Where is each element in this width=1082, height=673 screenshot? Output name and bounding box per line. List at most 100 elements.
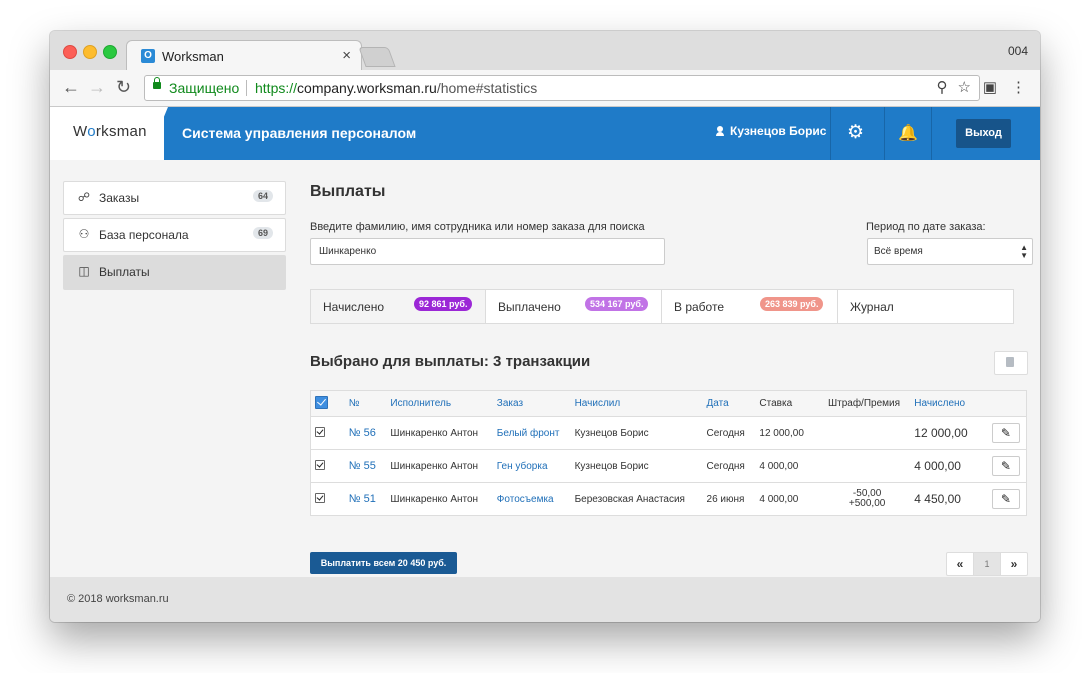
brand-prefix: W [73,123,88,140]
maximize-window-button[interactable] [103,45,117,59]
lock-icon [153,77,161,89]
new-tab-button[interactable] [358,47,396,67]
url-path: /home#statistics [436,80,538,96]
order-link[interactable]: Ген уборка [492,449,571,483]
browser-window: O Worksman × 004 ← → ↻ Защищено https://… [50,31,1040,622]
fine-bonus [823,449,911,483]
col-worker[interactable]: Исполнитель [386,390,493,417]
sidebar-item-label: Выплаты [99,265,150,279]
sidebar-item-orders[interactable]: ☍ Заказы 64 [63,181,286,215]
secure-label: Защищено [169,80,240,96]
url-scheme: https:// [255,80,298,96]
address-bar[interactable]: Защищено https://company.worksman.ru/hom… [144,75,980,101]
gear-icon[interactable]: ⚙ [847,121,864,144]
logout-button[interactable]: Выход [956,119,1011,148]
url-text[interactable]: https://company.worksman.ru/home#statist… [255,80,537,96]
content-area: ☍ Заказы 64 ⚇ База персонала 69 ◫ Выплат… [50,160,1040,577]
tab-accrued[interactable]: Начислено 92 861 руб. [311,290,486,323]
export-button[interactable] [994,351,1028,375]
col-accrued-by[interactable]: Начислил [570,390,703,417]
header-divider [884,107,885,160]
tab-in-progress[interactable]: В работе 263 839 руб. [662,290,838,323]
zoom-icon[interactable]: ⚲ [937,79,948,96]
worker-name: Шинкаренко Антон [386,416,493,450]
fine-bonus [823,416,911,450]
transactions-table: № Исполнитель Заказ Начислил Дата Ставка… [309,390,1027,516]
date: Сегодня [702,416,756,450]
sidebar-item-label: База персонала [99,228,189,242]
tab-label: Начислено [323,300,385,314]
date: Сегодня [702,449,756,483]
order-number-link[interactable]: № 56 [344,416,387,450]
col-fine-bonus: Штраф/Премия [823,390,911,417]
edit-pencil-icon[interactable]: ✎ [991,456,1020,476]
total: 12 000,00 [910,416,988,450]
sidebar-item-payouts[interactable]: ◫ Выплаты [63,255,286,290]
user-icon [716,126,724,136]
row-checkbox[interactable] [315,492,325,503]
menu-dots-icon[interactable]: ⋮ [1011,79,1026,96]
row-actions-cell: ✎ [987,416,1027,450]
tab-paid[interactable]: Выплачено 534 167 руб. [486,290,662,323]
reload-icon[interactable]: ↻ [116,78,131,96]
col-number[interactable]: № [344,390,387,417]
footer: © 2018 worksman.ru [50,577,1040,622]
sidebar-item-staff[interactable]: ⚇ База персонала 69 [63,218,286,252]
app-header: Worksman Система управления персоналом К… [50,107,1040,160]
minimize-window-button[interactable] [83,45,97,59]
row-checkbox[interactable] [315,426,325,437]
header-divider [830,107,831,160]
tab-log[interactable]: Журнал [838,290,1013,323]
order-link[interactable]: Фотосъемка [492,482,571,516]
pagination: « 1 » [946,552,1028,576]
close-window-button[interactable] [63,45,77,59]
brand-logo[interactable]: Worksman [73,123,147,140]
period-select[interactable]: Всё время ▲ ▼ [867,238,1033,265]
col-actions [987,390,1027,417]
col-order[interactable]: Заказ [492,390,571,417]
total: 4 000,00 [910,449,988,483]
user-name: Кузнецов Борис [730,124,827,138]
browser-tab[interactable]: O Worksman × [126,40,362,72]
period-value: Всё время [874,246,923,257]
tab-close-icon[interactable]: × [342,47,351,64]
favicon-icon: O [141,49,155,63]
row-select-cell [309,449,345,483]
amount-badge: 534 167 руб. [585,297,649,311]
tab-title: Worksman [162,49,224,64]
edit-pencil-icon[interactable]: ✎ [991,423,1020,443]
tab-label: Выплачено [498,300,561,314]
rate: 12 000,00 [755,416,824,450]
row-checkbox[interactable] [315,459,325,470]
pager-page[interactable]: 1 [974,553,1001,575]
selected-title: Выбрано для выплаты: 3 транзакции [310,353,591,370]
pager-prev[interactable]: « [947,553,974,575]
select-arrows-icon: ▲ ▼ [1020,243,1028,260]
order-number-link[interactable]: № 55 [344,449,387,483]
edit-pencil-icon[interactable]: ✎ [991,489,1020,509]
table-header: № Исполнитель Заказ Начислил Дата Ставка… [309,390,1027,417]
back-arrow-icon[interactable]: ← [62,78,80,96]
row-actions-cell: ✎ [987,482,1027,516]
url-host: company.worksman.ru [297,80,437,96]
pager-next[interactable]: » [1001,553,1027,575]
worker-name: Шинкаренко Антон [386,449,493,483]
count-badge: 64 [252,190,273,202]
money-icon: ◫ [78,264,90,278]
cast-icon[interactable]: ▣ [983,79,997,96]
order-number-link[interactable]: № 51 [344,482,387,516]
col-date[interactable]: Дата [702,390,756,417]
select-all-checkbox[interactable] [315,395,328,409]
row-select-cell [309,482,345,516]
total: 4 450,00 [910,482,988,516]
order-link[interactable]: Белый фронт [492,416,571,450]
col-total[interactable]: Начислено [910,390,988,417]
accrued-by: Кузнецов Борис [570,449,703,483]
forward-arrow-icon[interactable]: → [88,78,106,96]
bell-icon[interactable]: 🔔 [898,123,918,143]
pay-all-button[interactable]: Выплатить всем 20 450 руб. [310,552,457,574]
search-input[interactable]: Шинкаренко [310,238,665,265]
table-row: № 51 Шинкаренко Антон Фотосъемка Березов… [309,482,1027,516]
brand-o: o [87,123,96,140]
user-menu[interactable]: Кузнецов Борис [716,124,826,138]
